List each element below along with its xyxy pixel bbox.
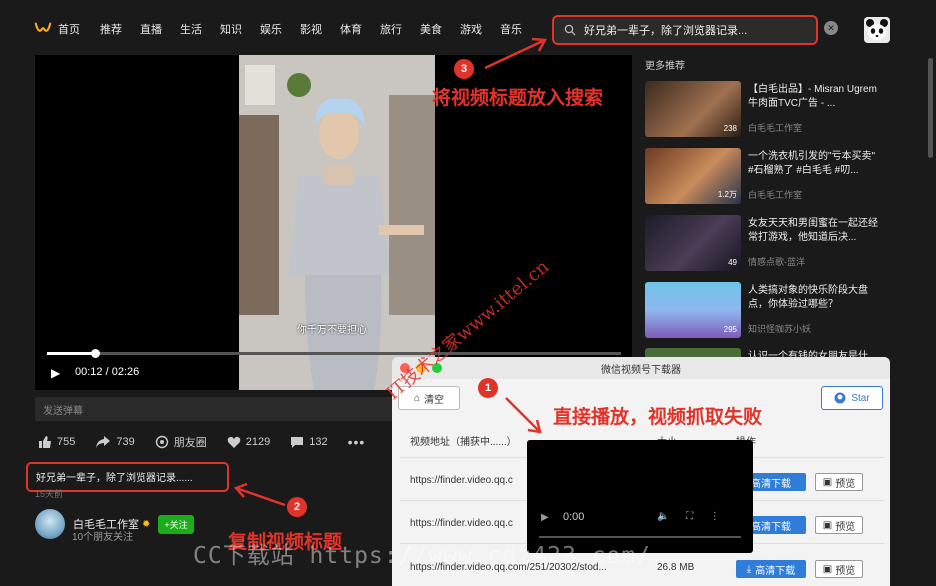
step1-callout: 直接播放，视频抓取失败: [553, 406, 763, 428]
step-badge-3: 3: [454, 59, 474, 79]
arrow-1: [505, 397, 541, 433]
watermark-cdz: CC下载站 https://www.cdz423.com/: [193, 543, 652, 569]
step3-callout: 将视频标题放入搜索: [432, 87, 604, 109]
step-badge-1: 1: [478, 378, 498, 398]
step-badge-2: 2: [287, 497, 307, 517]
arrow-3: [484, 38, 546, 70]
